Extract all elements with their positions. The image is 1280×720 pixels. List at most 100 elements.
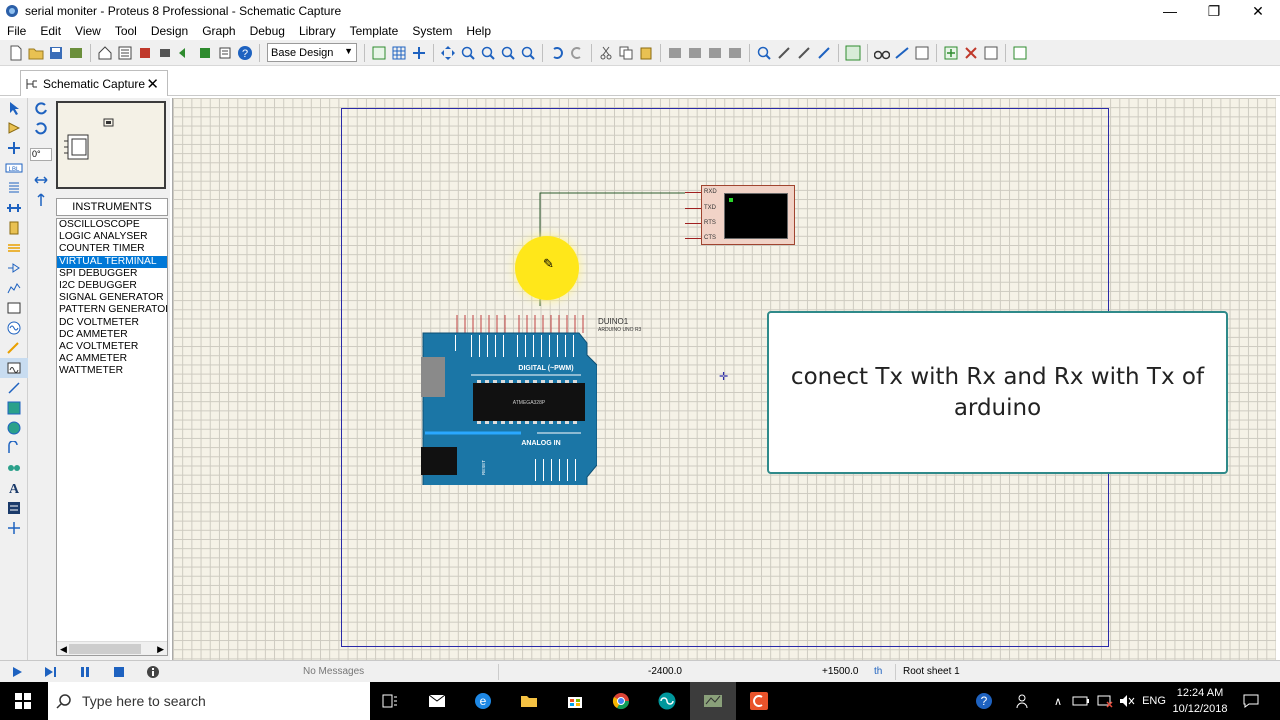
box-2d-icon[interactable] [0,398,28,418]
list-item[interactable]: OSCILLOSCOPE [57,219,167,231]
rotate-clockwise-icon[interactable] [28,98,54,118]
stop-button[interactable] [102,661,136,683]
3d-icon[interactable] [155,43,175,63]
notes-icon[interactable] [215,43,235,63]
menu-graph[interactable]: Graph [195,24,242,38]
maximize-button[interactable]: ❐ [1192,0,1236,22]
device-pins-icon[interactable] [0,258,28,278]
arc-2d-icon[interactable] [0,438,28,458]
import-icon[interactable] [66,43,86,63]
edge-app[interactable]: e [460,682,506,720]
list-item[interactable]: WATTMETER [57,365,167,377]
menu-system[interactable]: System [405,24,459,38]
list-item[interactable]: AC AMMETER [57,353,167,365]
home-icon[interactable] [95,43,115,63]
rotate-anticlockwise-icon[interactable] [28,118,54,138]
rotation-angle-field[interactable]: 0° [30,148,52,161]
instruments-list[interactable]: OSCILLOSCOPE LOGIC ANALYSER COUNTER TIME… [56,218,168,656]
gerber-icon[interactable] [175,43,195,63]
subcircuit-icon[interactable] [0,218,28,238]
circle-2d-icon[interactable] [0,418,28,438]
graph-icon[interactable] [0,278,28,298]
path-2d-icon[interactable] [0,458,28,478]
scroll-right-icon[interactable]: ▶ [157,642,164,655]
step-button[interactable] [34,661,68,683]
zoom-out-icon[interactable] [478,43,498,63]
undo-icon[interactable] [547,43,567,63]
virtual-terminal[interactable]: RXD TXD RTS CTS [701,185,795,245]
tab-schematic-capture[interactable]: Schematic Capture ✕ [20,70,168,96]
battery-icon[interactable] [1070,682,1092,720]
show-hidden-icons-chevron-icon[interactable]: ∧ [1048,682,1068,720]
block-delete-icon[interactable] [725,43,745,63]
mirror-vertical-icon[interactable] [28,190,54,210]
mail-app[interactable] [414,682,460,720]
new-file-icon[interactable] [6,43,26,63]
zoom-all-icon[interactable] [498,43,518,63]
scroll-left-icon[interactable]: ◀ [60,642,67,655]
grid-icon[interactable] [389,43,409,63]
bom-icon[interactable] [195,43,215,63]
menu-tool[interactable]: Tool [108,24,144,38]
list-item[interactable]: PATTERN GENERATOR [57,304,167,316]
search-icon[interactable] [872,43,892,63]
menu-library[interactable]: Library [292,24,343,38]
schematic-icon[interactable] [115,43,135,63]
copy-icon[interactable] [616,43,636,63]
decompose-icon[interactable] [814,43,834,63]
simulate-icon[interactable] [1010,43,1030,63]
block-copy-icon[interactable] [665,43,685,63]
menu-help[interactable]: Help [459,24,498,38]
list-item[interactable]: DC VOLTMETER [57,317,167,329]
clock[interactable]: 12:24 AM 10/12/2018 [1170,682,1230,720]
chrome-app[interactable] [598,682,644,720]
list-item[interactable]: COUNTER TIMER [57,243,167,255]
zoom-area-icon[interactable] [518,43,538,63]
cut-icon[interactable] [596,43,616,63]
tape-recorder-icon[interactable] [0,298,28,318]
tab-close-icon[interactable]: ✕ [146,75,159,93]
wire-autoroute-icon[interactable] [843,43,863,63]
list-item[interactable]: LOGIC ANALYSER [57,231,167,243]
netlist-icon[interactable] [912,43,932,63]
list-item[interactable]: SIGNAL GENERATOR [57,292,167,304]
camtasia-app[interactable] [736,682,782,720]
action-center-icon[interactable] [1236,682,1266,720]
close-button[interactable]: ✕ [1236,0,1280,22]
block-move-icon[interactable] [685,43,705,63]
play-button[interactable] [0,661,34,683]
list-item[interactable]: AC VOLTMETER [57,341,167,353]
generator-icon[interactable] [0,318,28,338]
network-icon[interactable] [1094,682,1116,720]
language-indicator[interactable]: ENG [1140,682,1168,720]
selection-mode-icon[interactable] [0,98,28,118]
packaging-icon[interactable] [794,43,814,63]
bill-icon[interactable] [961,43,981,63]
message-info-button[interactable] [136,661,170,683]
component-mode-icon[interactable] [0,118,28,138]
block-rotate-icon[interactable] [705,43,725,63]
menu-edit[interactable]: Edit [33,24,68,38]
people-icon[interactable] [1012,682,1036,720]
virtual-instruments-icon[interactable] [0,358,28,378]
design-select[interactable]: Base Design ▼ [267,43,357,62]
electrical-check-icon[interactable] [941,43,961,63]
menu-view[interactable]: View [68,24,108,38]
start-button[interactable] [0,682,46,720]
store-app[interactable] [552,682,598,720]
arduino-uno-board[interactable]: ATMEGA328P DIGITAL (~PWM) ANALOG IN RESE… [421,315,597,485]
terminals-icon[interactable] [0,238,28,258]
refresh-icon[interactable] [369,43,389,63]
list-item-selected[interactable]: VIRTUAL TERMINAL [57,255,167,268]
list-item[interactable]: I2C DEBUGGER [57,280,167,292]
menu-debug[interactable]: Debug [243,24,292,38]
unit-label[interactable]: th [874,666,882,677]
mirror-horizontal-icon[interactable] [28,170,54,190]
line-2d-icon[interactable] [0,378,28,398]
list-item[interactable]: DC AMMETER [57,329,167,341]
menu-file[interactable]: File [0,24,33,38]
minimize-button[interactable]: — [1148,0,1192,22]
open-folder-icon[interactable] [26,43,46,63]
task-view-button[interactable] [367,682,413,720]
wire-label-icon[interactable]: LBL [0,158,28,178]
